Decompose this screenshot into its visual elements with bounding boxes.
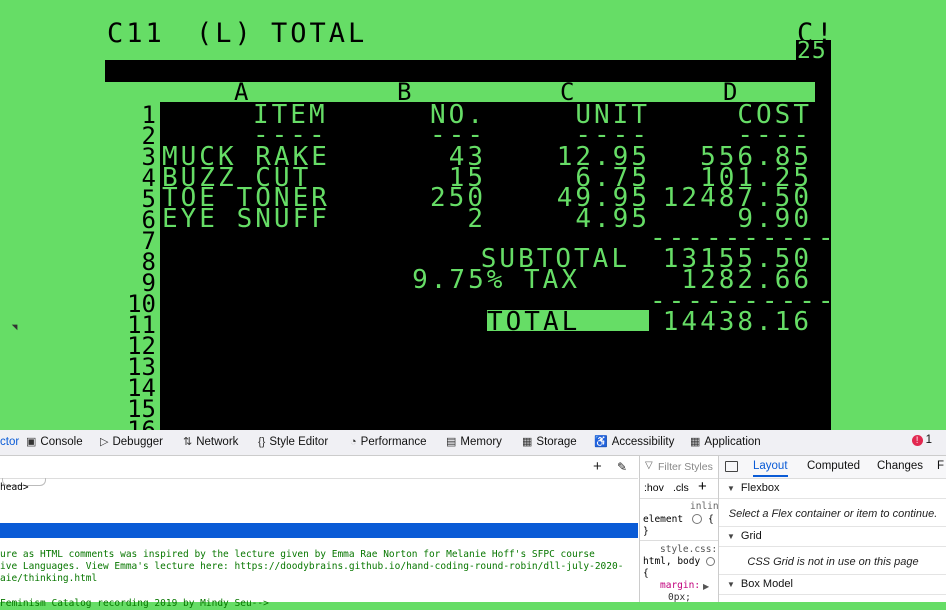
status-type: (L) (196, 18, 254, 49)
devtools-tab-label: Console (40, 436, 83, 448)
column-d: D (723, 78, 738, 106)
item-no: 2 (467, 203, 486, 234)
inspector-toolbar: + ✎ (0, 456, 638, 479)
column-c: C (560, 78, 575, 106)
devtools-tab-label: Network (196, 436, 239, 448)
markup-line[interactable]: aie/thinking.html (0, 573, 97, 585)
devtools-panel: ctor ▣ Console ▷ Debugger ⇅ Network{} Style Edi… (0, 430, 946, 609)
devtools-tab-accessibility[interactable]: ♿ Accessibility (594, 434, 674, 450)
column-a: A (234, 78, 249, 106)
element-rule: element (643, 514, 684, 525)
inline-label: inlin (690, 501, 719, 512)
column-header-bar (105, 82, 815, 102)
markup-line[interactable]: head> (0, 482, 29, 494)
devtools-tab-label: Performance (360, 436, 427, 448)
devtools-tab-label: Debugger (112, 436, 163, 448)
element-rule-close: } (643, 526, 649, 537)
network-icon: ⇅ (183, 436, 193, 448)
devtools-tab-label: Style Editor (269, 436, 329, 448)
status-cell: C11 (107, 18, 165, 49)
section-flexbox[interactable]: ▼ Flexbox (719, 478, 946, 499)
total-value: 14438.16 (662, 307, 812, 337)
section-title: Box Model (740, 578, 793, 590)
markup-line[interactable]: ive Languages. View Emma's lecture here:… (0, 561, 623, 573)
section-title: Flexbox (740, 482, 780, 494)
mouse-pointer-icon (11, 321, 21, 331)
sidebar-toggle-icon[interactable] (725, 461, 738, 472)
selected-node-row[interactable] (0, 523, 638, 538)
sidebar-tab-f[interactable]: F (937, 460, 944, 472)
add-rule-icon[interactable]: + (698, 478, 707, 495)
devtools-tab-ctor[interactable]: ctor (0, 434, 19, 450)
storage-icon: ▦ (522, 436, 533, 448)
application-icon: ▦ (690, 436, 701, 448)
item-name: EYE SNUFF (162, 203, 330, 234)
markup-line[interactable]: Feminism Catalog recording 2019 by Mindy… (0, 598, 269, 610)
add-node-icon[interactable]: + (593, 458, 602, 475)
devtools-tab-label: Accessibility (611, 436, 675, 448)
collapse-arrow-icon: ▼ (727, 532, 735, 541)
inspector-markup-view[interactable]: + ✎ head> ure as HTML comments was inspir… (0, 456, 638, 609)
devtools-tab-application[interactable]: ▦ Application (690, 434, 761, 450)
collapse-arrow-icon: ▼ (727, 484, 735, 493)
devtools-toolbar: ctor ▣ Console ▷ Debugger ⇅ Network {} Style Edi… (0, 430, 946, 456)
rule-selector: html, body (643, 556, 701, 567)
filter-icon: ▽ (645, 460, 653, 471)
devtools-tab-network[interactable]: ⇅ Network (183, 434, 238, 450)
filter-styles-input[interactable]: Filter Styles (658, 461, 713, 473)
section-box-model[interactable]: ▼ Box Model (719, 574, 946, 595)
column-b: B (397, 78, 412, 106)
section-title: Grid (740, 530, 762, 542)
markup-line[interactable]: ure as HTML comments was inspired by the… (0, 549, 595, 561)
sidebar-tab-layout[interactable]: Layout (753, 460, 788, 477)
memory-icon: ▤ (446, 436, 457, 448)
devtools-tab-memory[interactable]: ▤ Memory (446, 434, 502, 450)
element-rule-open: { (708, 514, 714, 525)
error-count-text: 1 (925, 434, 932, 446)
style-editor-icon: {} (258, 436, 266, 448)
devtools-tab-label: Application (704, 436, 761, 448)
layout-sidebar: Layout Computed Changes F ▼ Flexbox Select a … (718, 456, 946, 602)
performance-icon: ◔ (350, 436, 357, 448)
total-label: TOTAL (487, 307, 581, 337)
devtools-tab-label: ctor (0, 436, 20, 448)
selector-settings-icon[interactable] (706, 557, 715, 566)
devtools-tab-debugger[interactable]: ▷ Debugger (100, 434, 163, 450)
status-content: TOTAL (271, 18, 368, 49)
sidebar-tab-changes[interactable]: Changes (877, 460, 923, 472)
devtools-tab-style-editor[interactable]: {} Style Editor (258, 434, 328, 450)
devtools-tab-label: Storage (536, 436, 577, 448)
error-count[interactable]: ! 1 (911, 434, 932, 446)
debugger-icon: ▷ (100, 436, 109, 448)
expand-arrow-icon[interactable]: ▶ (703, 582, 709, 591)
devtools-tab-performance[interactable]: ◔ Performance (350, 434, 427, 450)
visicalc-screen: C11 (L) TOTAL C! 25 A B C D 1 2 3 4 5 6 7 8 9 10 1… (0, 0, 946, 442)
accessibility-icon: ♿ (594, 436, 608, 448)
console-icon: ▣ (26, 436, 37, 448)
tax-label: 9.75% TAX (412, 265, 580, 295)
section-message: CSS Grid is not in use on this page (719, 550, 946, 575)
eyedropper-icon[interactable]: ✎ (617, 460, 627, 474)
section-message: Select a Flex container or item to conti… (719, 502, 946, 527)
hov-toggle[interactable]: :hov (644, 482, 664, 494)
section-grid[interactable]: ▼ Grid (719, 526, 946, 547)
sidebar-tab-computed[interactable]: Computed (807, 460, 860, 472)
margin-property[interactable]: margin: (660, 580, 700, 592)
error-icon: ! (911, 435, 923, 446)
devtools-tab-storage[interactable]: ▦ Storage (522, 434, 577, 450)
cls-toggle[interactable]: .cls (673, 482, 689, 494)
rule-open-brace: { (643, 568, 649, 579)
sidebar-tabs: Layout Computed Changes F (719, 456, 946, 479)
margin-value[interactable]: 0px; (668, 592, 691, 604)
item-unit: 4.95 (575, 203, 650, 234)
devtools-tab-label: Memory (460, 436, 502, 448)
rule-settings-icon[interactable] (692, 514, 702, 524)
rules-panel: ▽ Filter Styles :hov .cls + inlin elemen… (639, 456, 719, 604)
collapse-arrow-icon: ▼ (727, 580, 735, 589)
devtools-tab-console[interactable]: ▣ Console (26, 434, 83, 450)
style-source-link[interactable]: style.css: (660, 544, 717, 556)
